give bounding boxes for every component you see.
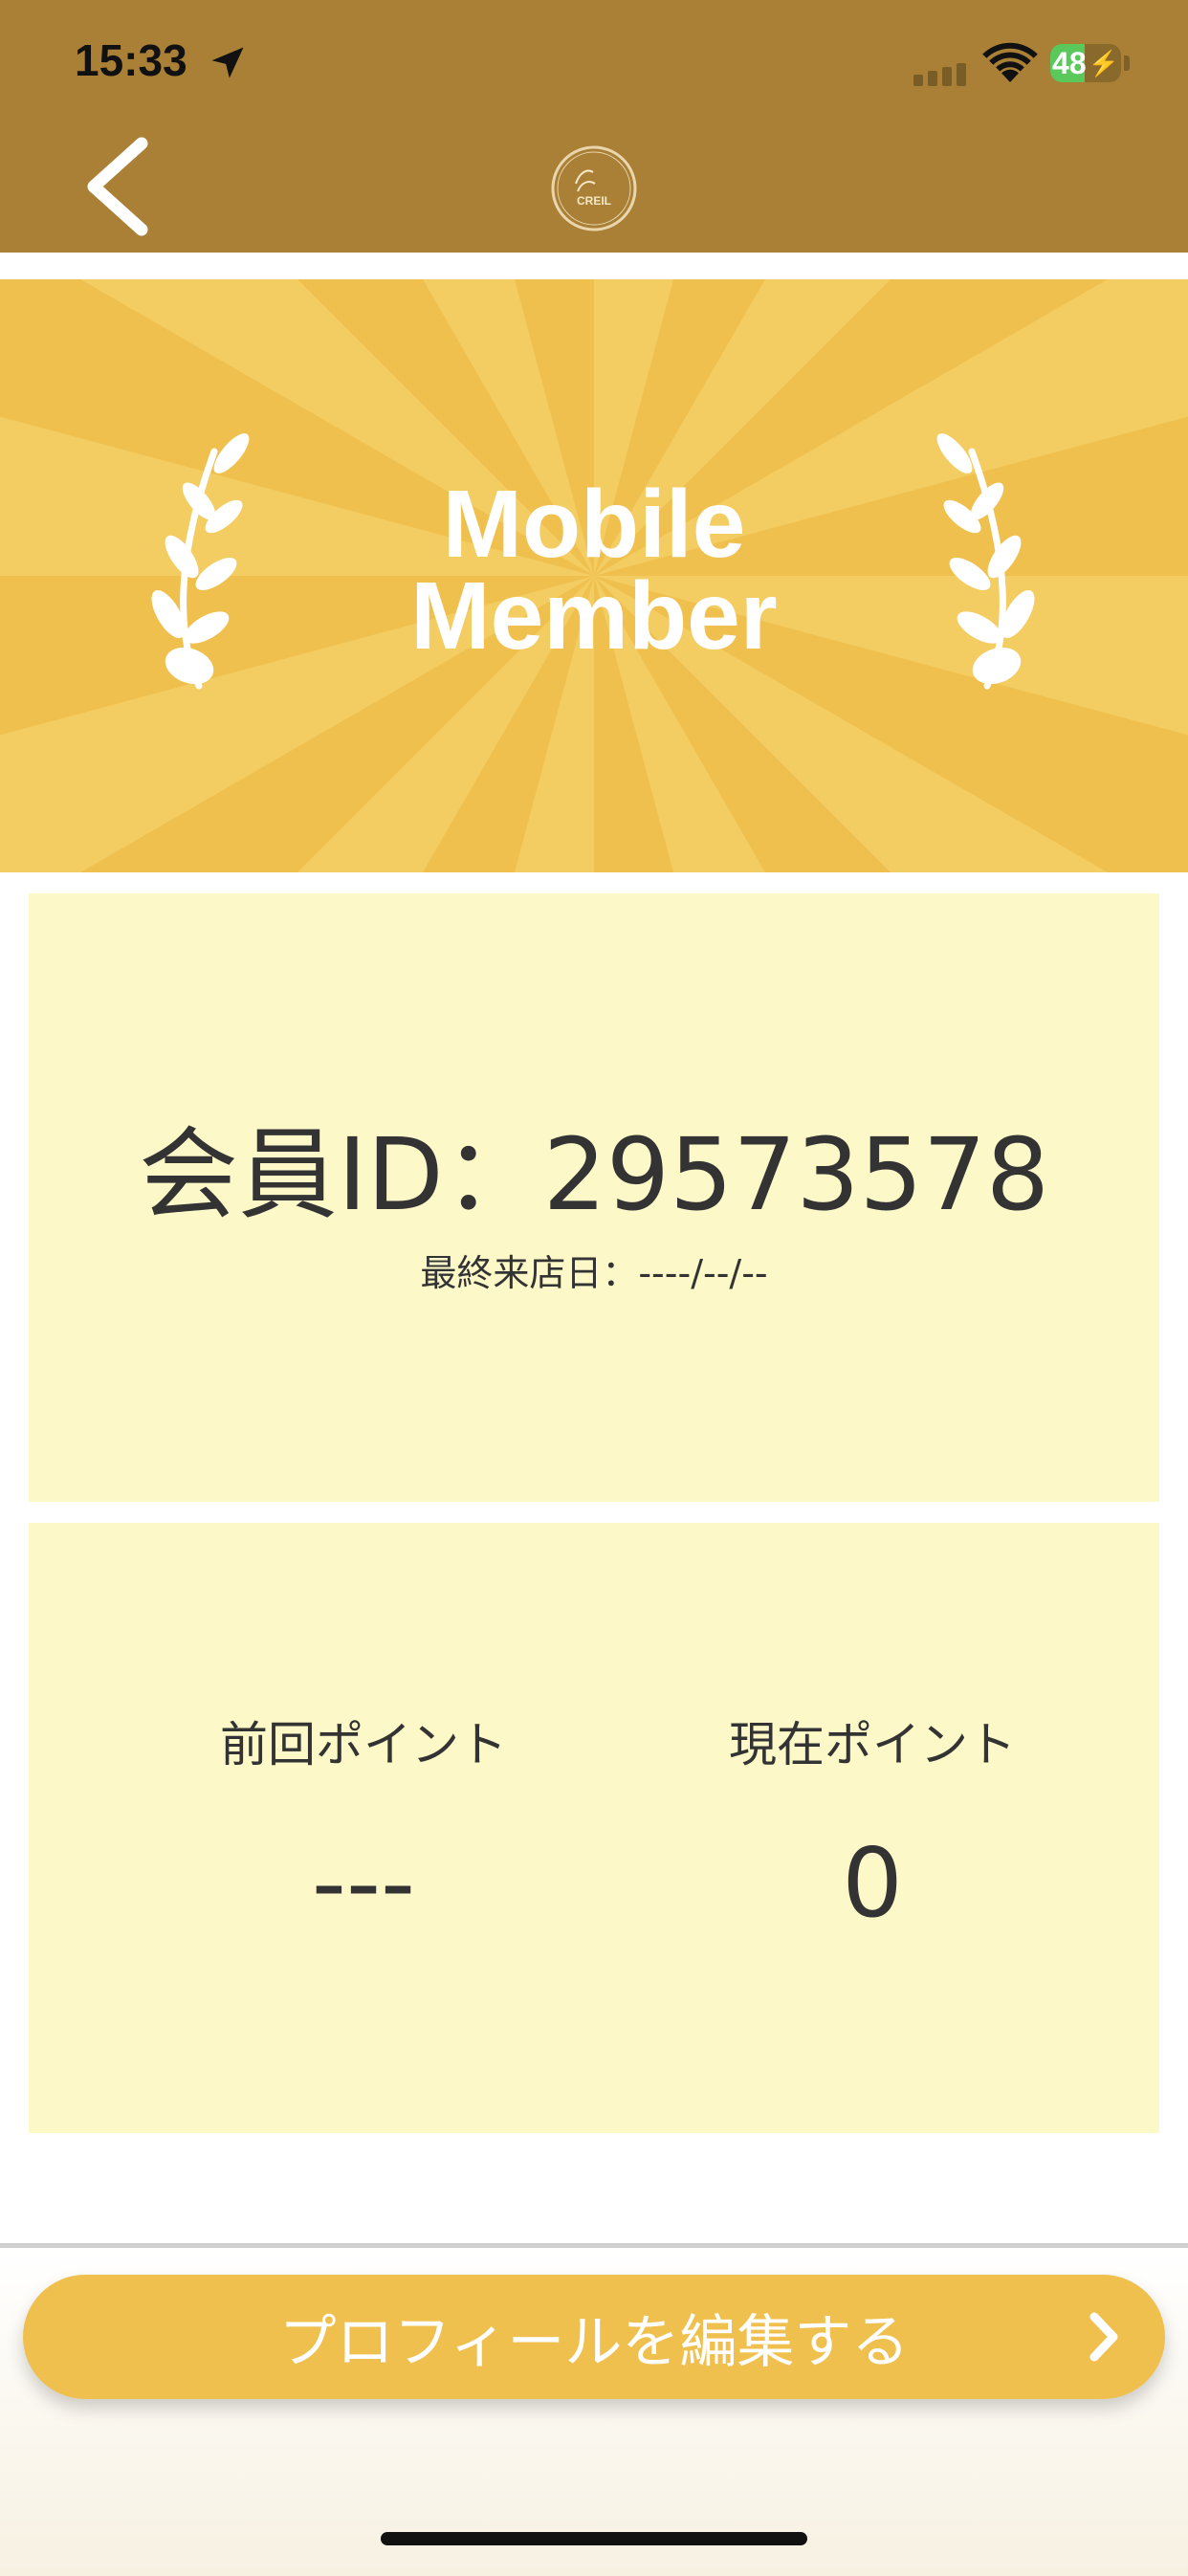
salon-logo: CREIL (551, 145, 637, 231)
wifi-icon (982, 42, 1038, 82)
charging-bolt-icon: ⚡ (1088, 48, 1119, 77)
cellular-signal-icon (913, 63, 966, 86)
edit-profile-label: プロフィールを編集する (278, 2308, 910, 2376)
current-points-label: 現在ポイント (729, 1717, 1016, 1772)
home-indicator (381, 2532, 807, 2545)
app-header: 15:33 48 ⚡ CREIL (0, 0, 1188, 253)
member-rank-banner: Mobile Member (0, 279, 1188, 872)
logo-text: CREIL (577, 194, 611, 208)
previous-points: 前回ポイント --- (163, 1714, 564, 1936)
battery-level: 48 (1052, 45, 1087, 80)
battery-charging-icon: 48 ⚡ (1050, 44, 1121, 82)
location-arrow-icon (211, 47, 244, 78)
laurel-branch-icon (936, 433, 1035, 690)
current-points: 現在ポイント 0 (671, 1714, 1073, 1936)
chevron-right-icon (1089, 2312, 1118, 2362)
member-info-card: 会員ID：29573578 最終来店日：----/--/-- (29, 893, 1159, 1502)
current-points-value: 0 (842, 1827, 903, 1939)
battery-cap (1124, 55, 1130, 71)
member-id: 会員ID：29573578 (138, 1116, 1050, 1233)
previous-points-label: 前回ポイント (220, 1717, 507, 1772)
previous-points-value: --- (311, 1827, 416, 1939)
back-button[interactable] (77, 134, 163, 239)
last-visit-date: 最終来店日：----/--/-- (420, 1252, 768, 1294)
points-card: 前回ポイント --- 現在ポイント 0 (29, 1523, 1159, 2133)
edit-profile-button[interactable]: プロフィールを編集する (23, 2275, 1165, 2399)
status-time: 15:33 (75, 35, 187, 85)
